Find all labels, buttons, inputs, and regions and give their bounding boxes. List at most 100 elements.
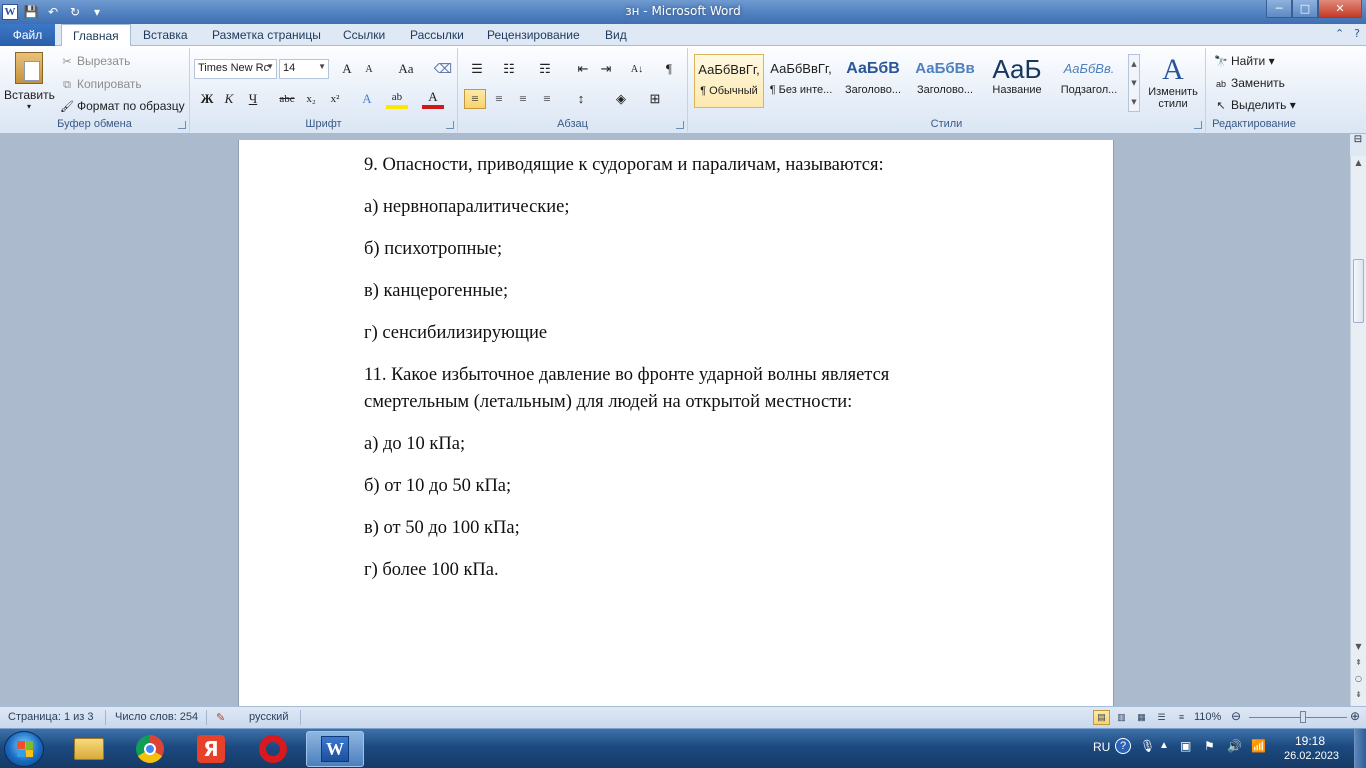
copy-button[interactable]: ⧉ Копировать [60,77,142,92]
paragraph-q11[interactable]: 11. Какое избыточное давление во фронте … [364,362,964,416]
select-button[interactable]: ↖ Выделить ▾ [1214,98,1295,113]
align-center-button[interactable]: ≡ [488,89,510,109]
paragraph-q11-c[interactable]: в) от 50 до 100 кПа; [364,515,984,542]
zoom-slider[interactable] [1249,717,1347,718]
taskbar-chrome[interactable] [121,731,179,767]
align-right-button[interactable]: ≡ [512,89,534,109]
sort-button[interactable]: A↓ [626,59,648,79]
scroll-up-icon[interactable]: ▲ [1351,156,1366,170]
superscript-button[interactable]: x² [324,89,346,109]
paragraph-q9-d[interactable]: г) сенсибилизирующие [364,320,984,347]
grow-font-button[interactable]: A [336,59,358,79]
show-formatting-button[interactable]: ¶ [658,59,680,79]
italic-button[interactable]: К [218,89,240,109]
bullets-button[interactable]: ☰ [466,59,488,79]
paragraph-q9[interactable]: 9. Опасности, приводящие к судорогам и п… [364,152,984,179]
paragraph-dialog-launcher[interactable] [676,121,684,129]
tab-view[interactable]: Вид [605,24,627,46]
zoom-out-icon[interactable]: ⊖ [1231,709,1241,723]
show-desktop-button[interactable] [1354,729,1366,768]
browse-object-icon[interactable]: ○ [1351,672,1366,686]
maximize-button[interactable]: □ [1292,0,1318,18]
network-icon[interactable]: 📶 [1251,739,1266,753]
font-size-combo[interactable]: 14 ▼ [279,59,329,79]
paragraph-q11-a[interactable]: а) до 10 кПа; [364,431,984,458]
clear-format-icon[interactable]: ⌫ [432,59,454,79]
tab-home[interactable]: Главная [61,24,131,47]
line-spacing-button[interactable]: ↕ [570,89,592,109]
paragraph-q9-b[interactable]: б) психотропные; [364,236,984,263]
tab-file[interactable]: Файл [0,24,55,46]
proofing-icon[interactable]: ✎ [216,711,225,724]
language-indicator[interactable]: русский [249,711,288,723]
clock[interactable]: 19:18 26.02.2023 [1284,734,1339,762]
tab-insert[interactable]: Вставка [143,24,188,46]
zoom-slider-thumb[interactable] [1300,711,1307,723]
increase-indent-button[interactable]: ⇥ [595,59,617,79]
clipboard-dialog-launcher[interactable] [178,121,186,129]
style-subtitle[interactable]: АаБбВв. Подзагол... [1054,54,1124,108]
next-page-icon[interactable]: ⇟ [1351,688,1366,702]
help-icon[interactable]: ? [1354,27,1360,40]
scrollbar-thumb[interactable] [1353,259,1364,323]
justify-button[interactable]: ≡ [536,89,558,109]
paragraph-q9-a[interactable]: а) нервнопаралитические; [364,194,984,221]
change-case-button[interactable]: Aa [392,59,420,79]
print-layout-icon[interactable]: ▤ [1093,710,1110,725]
start-button[interactable] [4,731,44,767]
page-count[interactable]: Страница: 1 из 3 [8,711,94,723]
font-color-button[interactable]: A [422,89,444,109]
ruler-toggle-icon[interactable]: ⊟ [1350,134,1366,156]
prev-page-icon[interactable]: ⇞ [1351,656,1366,670]
style-heading-2[interactable]: АаБбВв Заголово... [910,54,980,108]
text-effects-button[interactable]: A [356,89,378,109]
close-button[interactable]: ✕ [1318,0,1362,18]
input-language[interactable]: RU [1093,740,1110,754]
minimize-ribbon-icon[interactable]: ⌃ [1335,27,1344,40]
align-left-button[interactable]: ≡ [464,89,486,109]
paste-button[interactable]: Вставить ▾ [4,52,55,111]
format-painter-button[interactable]: 🖌 Формат по образцу [60,99,185,114]
numbering-button[interactable]: ☷ [498,59,520,79]
taskbar-explorer[interactable] [60,731,118,767]
cut-button[interactable]: ✂ Вырезать [60,54,130,69]
word-count[interactable]: Число слов: 254 [115,711,198,723]
subscript-button[interactable]: x₂ [300,89,322,109]
underline-button[interactable]: Ч [242,89,264,109]
web-layout-icon[interactable]: ▦ [1133,710,1150,725]
style-heading-1[interactable]: АаБбВ Заголово... [838,54,908,108]
taskbar-yandex[interactable]: Я [182,731,240,767]
highlight-button[interactable]: ab [386,89,408,109]
show-hidden-icons[interactable]: ▲ [1159,740,1169,751]
styles-gallery-scroll[interactable]: ▲ ▼ ▼ [1128,54,1140,112]
draft-icon[interactable]: ≡ [1173,710,1190,725]
paragraph-q11-b[interactable]: б) от 10 до 50 кПа; [364,473,984,500]
language-bar-help-icon[interactable]: ? [1115,738,1131,754]
shrink-font-button[interactable]: A [358,59,380,79]
tab-mailings[interactable]: Рассылки [410,24,464,46]
taskbar-word[interactable]: W [306,731,364,767]
style-normal[interactable]: АаБбВвГг, ¶ Обычный [694,54,764,108]
paragraph-q11-d[interactable]: г) более 100 кПа. [364,557,984,584]
volume-icon[interactable]: 🔊 [1227,739,1242,753]
tab-page-layout[interactable]: Разметка страницы [212,24,321,46]
tab-references[interactable]: Ссылки [343,24,385,46]
style-no-spacing[interactable]: АаБбВвГг, ¶ Без инте... [766,54,836,108]
action-center-flag-icon[interactable]: ⚑ [1204,739,1215,753]
outline-icon[interactable]: ☰ [1153,710,1170,725]
scroll-down-icon[interactable]: ▼ [1351,640,1366,654]
paragraph-q9-c[interactable]: в) канцерогенные; [364,278,984,305]
replace-button[interactable]: ab Заменить [1214,76,1285,91]
zoom-level[interactable]: 110% [1194,711,1221,723]
vertical-scrollbar[interactable]: ▲ ▼ ⇞ ○ ⇟ [1350,156,1366,706]
find-button[interactable]: 🔭 Найти ▾ [1214,54,1274,69]
shading-button[interactable]: ◈ [610,89,632,109]
font-dialog-launcher[interactable] [446,121,454,129]
change-styles-button[interactable]: A Изменить стили [1143,54,1203,111]
bold-button[interactable]: Ж [196,89,218,109]
style-title[interactable]: АаБ Название [982,54,1052,108]
full-screen-reading-icon[interactable]: ▥ [1113,710,1130,725]
minimize-button[interactable]: ─ [1266,0,1292,18]
microphone-icon[interactable]: 🎙 [1140,739,1155,753]
decrease-indent-button[interactable]: ⇤ [572,59,594,79]
